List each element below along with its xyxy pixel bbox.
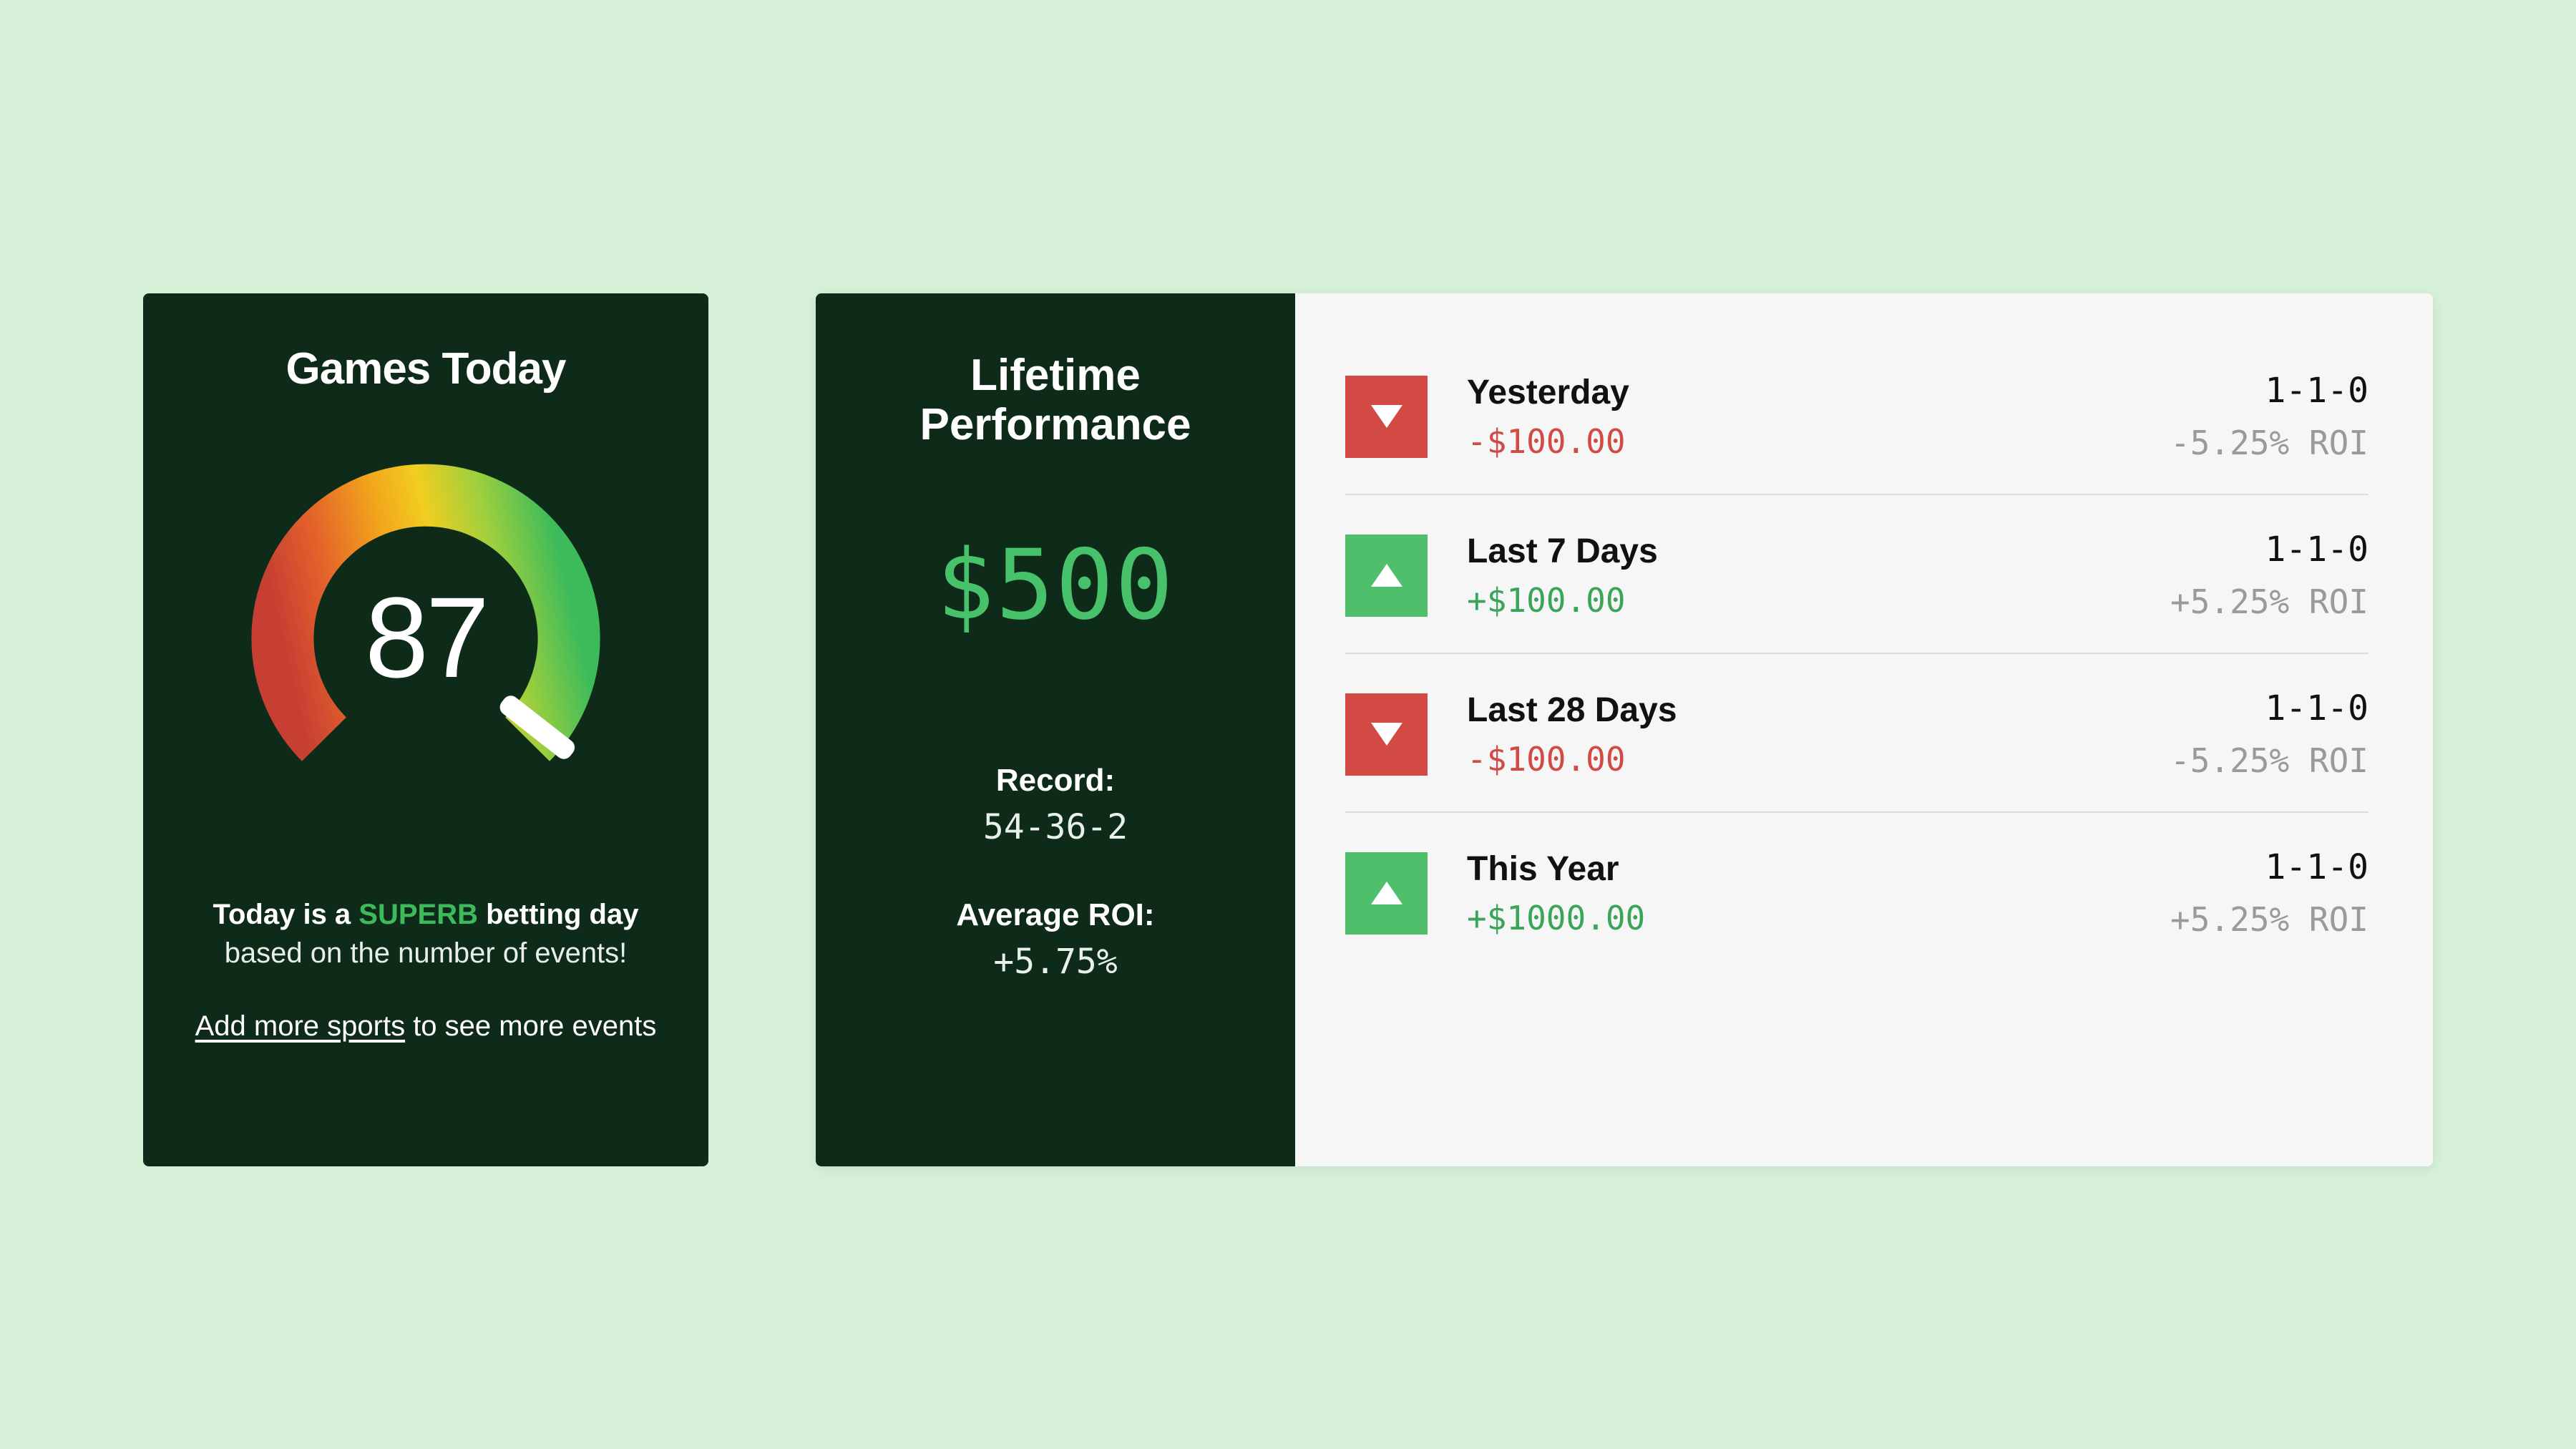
caption-highlight: SUPERB <box>358 899 478 930</box>
performance-card: Lifetime Performance $500 Record: 54-36-… <box>816 293 2433 1166</box>
games-today-title: Games Today <box>286 343 565 394</box>
lifetime-panel: Lifetime Performance $500 Record: 54-36-… <box>816 293 1295 1166</box>
lifetime-roi-value: +5.75% <box>993 942 1117 982</box>
games-today-card: Games Today <box>143 293 708 1166</box>
period-amount: -$100.00 <box>1467 422 2170 461</box>
add-sports-cta-rest: to see more events <box>405 1010 656 1042</box>
period-record: 1-1-0 <box>2170 530 2368 570</box>
periods-list: Yesterday-$100.001-1-0-5.25% ROILast 7 D… <box>1295 293 2433 1166</box>
period-record: 1-1-0 <box>2170 688 2368 728</box>
period-label: Last 28 Days <box>1467 691 2170 730</box>
games-today-caption: Today is a SUPERB betting day based on t… <box>195 895 657 1045</box>
lifetime-roi-label: Average ROI: <box>956 897 1154 933</box>
trend-down-icon <box>1345 376 1428 458</box>
period-amount: -$100.00 <box>1467 740 2170 779</box>
period-roi: -5.25% ROI <box>2170 741 2368 780</box>
lifetime-amount: $500 <box>936 529 1174 641</box>
add-sports-cta[interactable]: Add more sports to see more events <box>195 1007 657 1045</box>
period-label: Last 7 Days <box>1467 532 2170 571</box>
period-roi: +5.25% ROI <box>2170 582 2368 621</box>
period-label: This Year <box>1467 849 2170 889</box>
caption-line-1: Today is a SUPERB betting day <box>195 895 657 934</box>
trend-down-icon <box>1345 693 1428 776</box>
trend-up-icon <box>1345 852 1428 935</box>
period-row[interactable]: Last 7 Days +$100.001-1-0 +5.25% ROI <box>1345 494 2368 653</box>
lifetime-record-label: Record: <box>996 763 1115 799</box>
lifetime-title: Lifetime Performance <box>919 351 1191 450</box>
trend-up-icon <box>1345 535 1428 617</box>
period-label: Yesterday <box>1467 373 2170 412</box>
games-today-gauge: 87 <box>218 430 633 845</box>
period-roi: -5.25% ROI <box>2170 424 2368 462</box>
caption-line-2: based on the number of events! <box>195 934 657 972</box>
period-record: 1-1-0 <box>2170 371 2368 411</box>
period-amount: +$100.00 <box>1467 581 2170 620</box>
lifetime-record-value: 54-36-2 <box>983 807 1128 847</box>
period-record: 1-1-0 <box>2170 847 2368 887</box>
add-sports-link[interactable]: Add more sports <box>195 1010 405 1042</box>
period-roi: +5.25% ROI <box>2170 900 2368 939</box>
period-row[interactable]: This Year +$1000.001-1-0 +5.25% ROI <box>1345 811 2368 970</box>
period-row[interactable]: Yesterday -$100.001-1-0 -5.25% ROI <box>1345 336 2368 494</box>
period-row[interactable]: Last 28 Days -$100.001-1-0 -5.25% ROI <box>1345 653 2368 811</box>
period-amount: +$1000.00 <box>1467 899 2170 937</box>
games-today-count: 87 <box>365 572 487 703</box>
